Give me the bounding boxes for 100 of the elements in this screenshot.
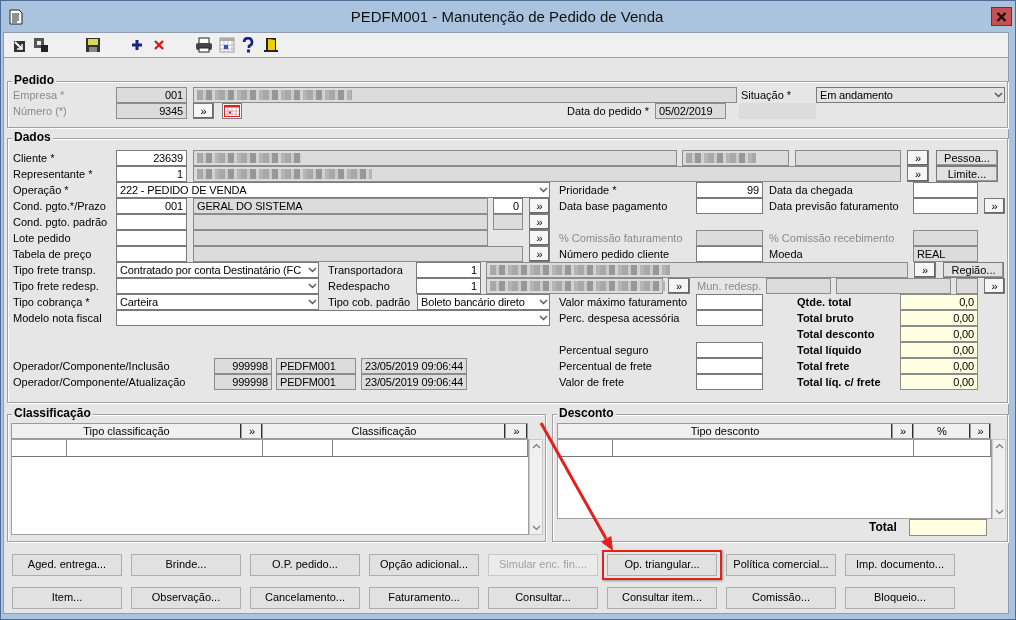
- input-field[interactable]: 001: [116, 198, 187, 214]
- column-header[interactable]: Tipo desconto: [557, 423, 893, 439]
- action-button[interactable]: Opção adicional...: [369, 554, 479, 576]
- action-button[interactable]: O.P. pedido...: [250, 554, 360, 576]
- total-label: Total bruto: [797, 311, 855, 326]
- field-label: Valor de frete: [559, 375, 626, 390]
- action-button[interactable]: Cancelamento...: [250, 587, 360, 609]
- action-button[interactable]: Comissão...: [726, 587, 836, 609]
- field-label: Tabela de preço: [13, 247, 93, 262]
- input-field[interactable]: [696, 246, 763, 262]
- more-button[interactable]: »: [529, 214, 550, 230]
- column-header[interactable]: Classificação: [263, 423, 506, 439]
- more-button[interactable]: »: [193, 103, 214, 119]
- field-label: Perc. despesa acessória: [559, 311, 681, 326]
- field-label: Data do pedido *: [567, 104, 650, 119]
- input-field[interactable]: [696, 358, 763, 374]
- action-button[interactable]: Item...: [12, 587, 122, 609]
- dropdown[interactable]: Boleto bancário direto: [417, 294, 550, 310]
- column-header[interactable]: Tipo classificação: [11, 423, 242, 439]
- input-field[interactable]: [913, 198, 978, 214]
- more-button[interactable]: »: [914, 262, 936, 278]
- scroll-up-icon[interactable]: [531, 443, 541, 449]
- action-button[interactable]: Bloqueio...: [845, 587, 955, 609]
- input-field[interactable]: [116, 246, 187, 262]
- input-field[interactable]: [116, 230, 187, 246]
- action-button[interactable]: Faturamento...: [369, 587, 479, 609]
- action-button[interactable]: Imp. documento...: [845, 554, 955, 576]
- action-button[interactable]: Brinde...: [131, 554, 241, 576]
- section-title: Classificação: [12, 407, 93, 420]
- add-icon[interactable]: [131, 39, 143, 51]
- input-field[interactable]: 1: [416, 278, 481, 294]
- column-header[interactable]: %: [914, 423, 971, 439]
- total-field: 0,0: [900, 294, 978, 310]
- dropdown[interactable]: [116, 310, 550, 326]
- calendar-icon[interactable]: [219, 37, 235, 53]
- input-field[interactable]: 23639: [116, 150, 187, 166]
- readonly-field: [913, 230, 978, 246]
- exit-icon[interactable]: [263, 37, 279, 53]
- dropdown[interactable]: 222 - PEDIDO DE VENDA: [116, 182, 550, 198]
- scroll-down-icon[interactable]: [994, 509, 1004, 515]
- scrollbar[interactable]: [992, 439, 1006, 519]
- readonly-field: 999998: [214, 374, 272, 390]
- delete-icon[interactable]: [153, 39, 165, 51]
- redacted-text: [686, 153, 756, 163]
- action-button[interactable]: Pessoa...: [936, 150, 998, 166]
- field-label: Prioridade *: [559, 183, 618, 198]
- dropdown[interactable]: Em andamento: [816, 87, 1005, 103]
- dropdown[interactable]: [116, 278, 319, 294]
- input-field[interactable]: [696, 198, 763, 214]
- scrollbar[interactable]: [529, 439, 543, 535]
- input-field[interactable]: 1: [116, 166, 187, 182]
- more-button[interactable]: »: [529, 230, 550, 246]
- column-header[interactable]: »: [506, 423, 528, 439]
- help-icon[interactable]: [241, 37, 255, 53]
- more-button[interactable]: »: [984, 198, 1005, 214]
- action-button[interactable]: Limite...: [936, 166, 998, 182]
- readonly-field: PEDFM001: [276, 358, 356, 374]
- total-field: 0,00: [900, 374, 978, 390]
- more-button[interactable]: »: [984, 278, 1005, 294]
- total-field: 0,00: [900, 342, 978, 358]
- input-field[interactable]: [696, 374, 763, 390]
- action-button[interactable]: Região...: [943, 262, 1004, 278]
- close-button[interactable]: [991, 7, 1012, 26]
- input-field[interactable]: 0: [493, 198, 523, 214]
- more-button[interactable]: »: [529, 246, 550, 262]
- input-field[interactable]: 99: [696, 182, 763, 198]
- more-button[interactable]: »: [907, 166, 929, 182]
- total-label: Total líq. c/ frete: [797, 375, 882, 390]
- calendar-button[interactable]: [222, 103, 242, 119]
- readonly-field: 23/05/2019 09:06:44: [361, 374, 467, 390]
- caret-icon: [539, 187, 548, 193]
- dropdown[interactable]: Contratado por conta Destinatário (FC: [116, 262, 319, 278]
- input-field[interactable]: [696, 310, 763, 326]
- column-header[interactable]: »: [893, 423, 914, 439]
- input-field[interactable]: [913, 182, 978, 198]
- more-button[interactable]: »: [668, 278, 690, 294]
- action-button[interactable]: Consultar...: [488, 587, 598, 609]
- dropdown[interactable]: Carteira: [116, 294, 319, 310]
- input-field[interactable]: 1: [416, 262, 481, 278]
- more-button[interactable]: »: [529, 198, 550, 214]
- caret-icon: [994, 92, 1003, 98]
- action-button[interactable]: Aged. entrega...: [12, 554, 122, 576]
- action-button[interactable]: Política comercial...: [726, 554, 836, 576]
- column-header[interactable]: »: [971, 423, 991, 439]
- window-icon[interactable]: [33, 37, 49, 53]
- section-title: Dados: [12, 131, 53, 144]
- field-label: Valor máximo faturamento: [559, 295, 689, 310]
- more-button[interactable]: »: [907, 150, 929, 166]
- input-field[interactable]: [116, 214, 187, 230]
- field-label: Operador/Componente/Atualização: [13, 375, 187, 390]
- action-button[interactable]: Op. triangular...: [607, 554, 717, 576]
- input-field[interactable]: [696, 342, 763, 358]
- save-icon[interactable]: [85, 37, 101, 53]
- scroll-up-icon[interactable]: [994, 443, 1004, 449]
- printer-icon[interactable]: [195, 37, 213, 53]
- column-header[interactable]: »: [242, 423, 263, 439]
- action-button[interactable]: Observação...: [131, 587, 241, 609]
- action-button[interactable]: Consultar item...: [607, 587, 717, 609]
- input-field[interactable]: [696, 294, 763, 310]
- scroll-down-icon[interactable]: [531, 525, 541, 531]
